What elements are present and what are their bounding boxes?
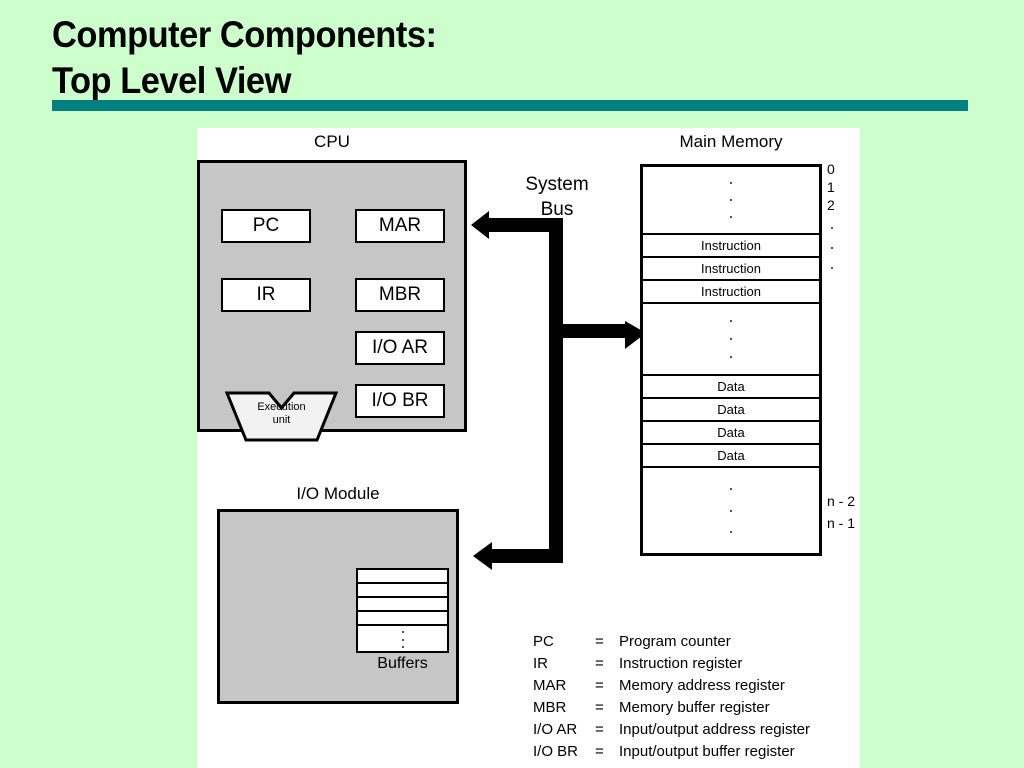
memory-address-0: 0 <box>827 161 835 177</box>
memory-cell-empty-bottom <box>643 468 819 553</box>
vertical-dots-icon <box>643 304 819 374</box>
buffer-row <box>358 570 447 584</box>
legend-abbr: MAR <box>533 677 567 694</box>
legend-meaning: Program counter <box>619 633 731 650</box>
legend-meaning: Input/output address register <box>619 721 810 738</box>
address-dot-icon <box>831 247 833 249</box>
buffer-row <box>358 598 447 612</box>
legend-row: MAR = Memory address register <box>533 675 810 697</box>
memory-address-1: 1 <box>827 179 835 195</box>
legend-abbr: I/O BR <box>533 743 579 760</box>
page-title: Computer Components: Top Level View <box>52 14 437 101</box>
legend-row: IR = Instruction register <box>533 653 810 675</box>
memory-cell-empty-middle <box>643 304 819 376</box>
bus-branch-memory <box>555 324 627 338</box>
memory-address-2: 2 <box>827 197 835 213</box>
diagram-panel: CPU PC MAR IR MBR I/O AR I/O BR Executio… <box>197 128 860 768</box>
buffers-label: Buffers <box>377 655 428 672</box>
address-dot-icon <box>831 267 833 269</box>
buffer-row <box>358 612 447 626</box>
legend-equals: = <box>595 721 604 738</box>
legend-equals: = <box>595 655 604 672</box>
system-bus-label: System Bus <box>525 174 589 220</box>
execution-unit-label: Execution unit <box>257 401 306 426</box>
io-module-caption: I/O Module <box>296 484 380 503</box>
bus-to-io-arrow <box>473 542 492 570</box>
memory-address-n-minus-2: n - 2 <box>827 493 856 509</box>
legend-abbr: IR <box>533 655 548 672</box>
register-mbr[interactable]: MBR <box>355 278 445 312</box>
vertical-dots-icon <box>643 167 819 233</box>
bus-to-cpu-arrow <box>471 211 489 239</box>
address-dot-icon <box>831 227 833 229</box>
io-module-block: Buffers <box>217 509 459 704</box>
register-pc[interactable]: PC <box>221 209 311 243</box>
memory-cell-instruction: Instruction <box>643 258 819 281</box>
memory-cell-data: Data <box>643 399 819 422</box>
legend-equals: = <box>595 677 604 694</box>
memory-cell-instruction: Instruction <box>643 235 819 258</box>
buffer-overflow-cell <box>358 626 447 653</box>
legend-row: PC = Program counter <box>533 631 810 653</box>
register-mar[interactable]: MAR <box>355 209 445 243</box>
cpu-caption: CPU <box>314 132 350 151</box>
legend-equals: = <box>595 743 604 760</box>
memory-cell-data: Data <box>643 376 819 399</box>
legend-meaning: Memory buffer register <box>619 699 770 716</box>
legend-row: MBR = Memory buffer register <box>533 697 810 719</box>
legend-meaning: Input/output buffer register <box>619 743 795 760</box>
legend-equals: = <box>595 699 604 716</box>
legend-meaning: Memory address register <box>619 677 785 694</box>
legend-meaning: Instruction register <box>619 655 743 672</box>
cpu-block: PC MAR IR MBR I/O AR I/O BR Execution un… <box>197 160 467 442</box>
memory-cell-data: Data <box>643 445 819 468</box>
legend-equals: = <box>595 633 604 650</box>
memory-cell-empty-top <box>643 167 819 235</box>
legend: PC = Program counter IR = Instruction re… <box>533 631 810 763</box>
buffer-row <box>358 584 447 598</box>
register-io-ar[interactable]: I/O AR <box>355 331 445 365</box>
register-ir[interactable]: IR <box>221 278 311 312</box>
main-memory-caption: Main Memory <box>679 132 783 151</box>
register-io-br[interactable]: I/O BR <box>355 384 445 418</box>
vertical-dots-icon <box>643 468 819 553</box>
legend-abbr: MBR <box>533 699 567 716</box>
main-memory-block: Instruction Instruction Instruction Data… <box>640 164 822 556</box>
memory-cell-data: Data <box>643 422 819 445</box>
title-underline-rule <box>52 100 968 111</box>
legend-row: I/O BR = Input/output buffer register <box>533 741 810 763</box>
bus-branch-io <box>492 549 558 563</box>
memory-cell-instruction: Instruction <box>643 281 819 304</box>
legend-row: I/O AR = Input/output address register <box>533 719 810 741</box>
legend-abbr: PC <box>533 633 554 650</box>
memory-address-n-minus-1: n - 1 <box>827 515 856 531</box>
vertical-dots-icon <box>358 626 447 653</box>
buffers-block <box>356 568 449 653</box>
bus-trunk <box>549 218 563 563</box>
memory-address-labels: 0 1 2 n - 2 n - 1 <box>827 161 871 556</box>
legend-abbr: I/O AR <box>533 721 578 738</box>
